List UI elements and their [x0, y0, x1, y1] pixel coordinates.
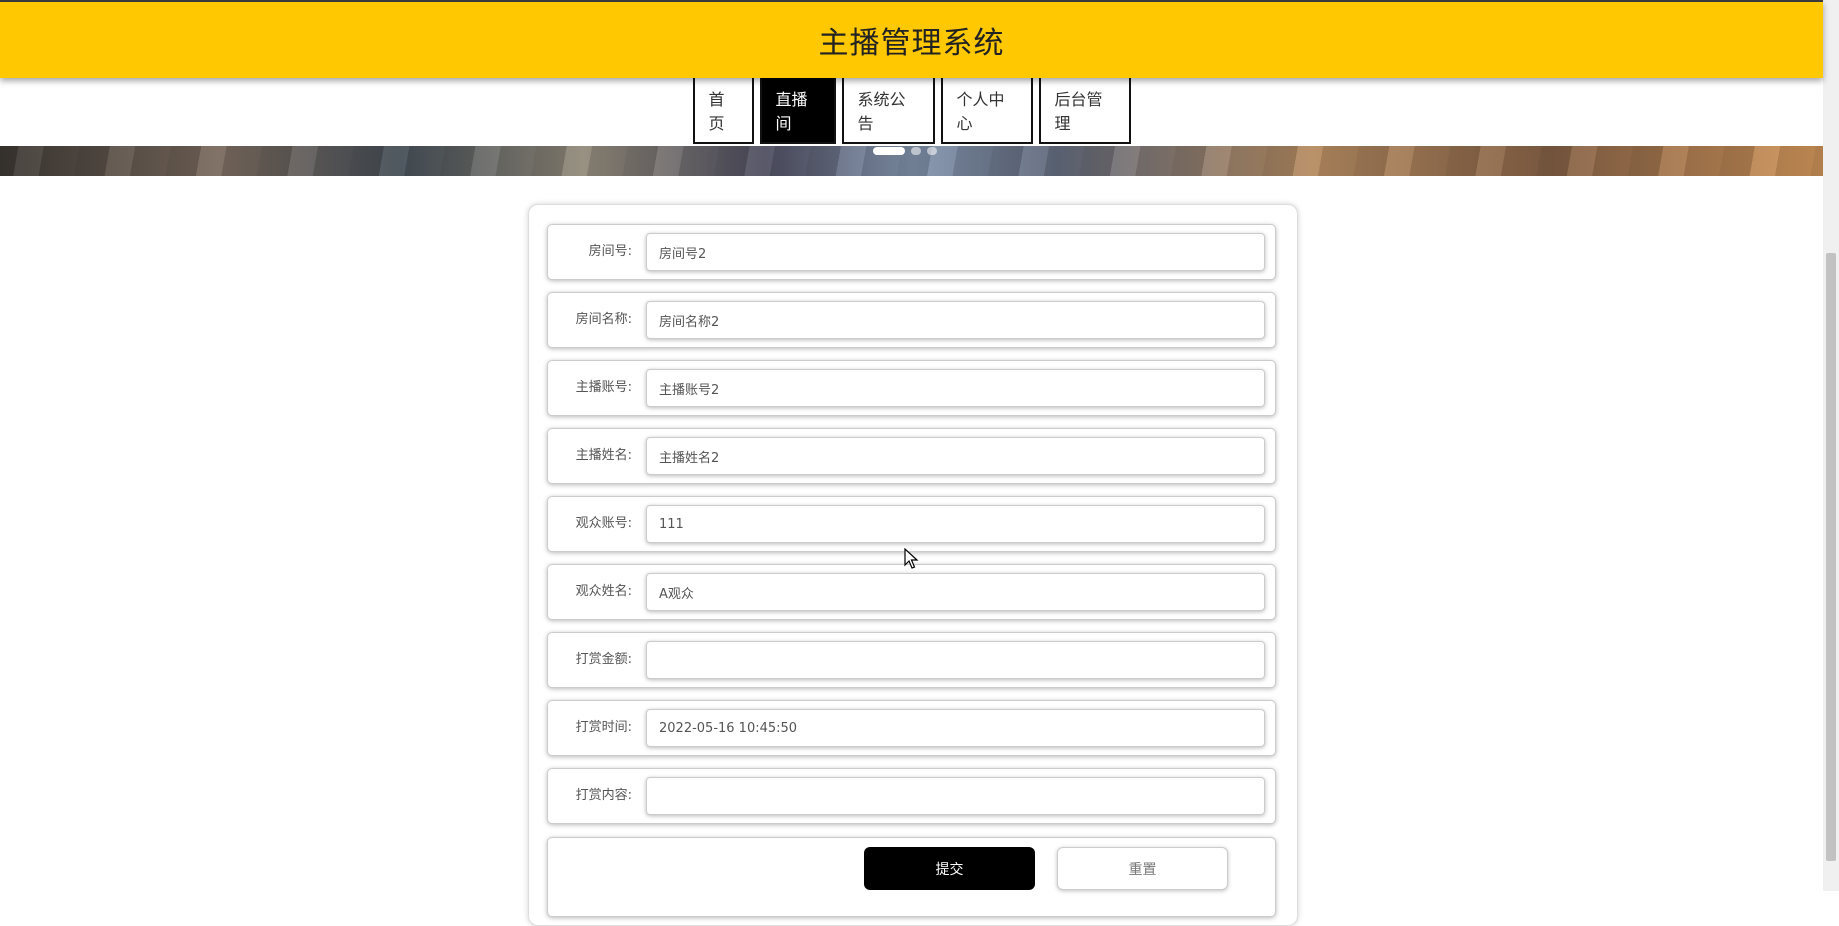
mouse-cursor-icon	[904, 548, 919, 569]
field-label: 打赏时间:	[575, 720, 632, 735]
nav-item-personal-center[interactable]: 个人中心	[940, 78, 1033, 144]
scrollbar-thumb[interactable]	[1826, 253, 1836, 861]
viewer-name-input[interactable]	[646, 573, 1265, 611]
field-label: 打赏金额:	[575, 652, 632, 667]
field-label: 主播姓名:	[575, 448, 632, 463]
form-row-viewer-account: 观众账号:	[547, 496, 1276, 552]
form-row-anchor-account: 主播账号:	[547, 360, 1276, 416]
nav-item-admin[interactable]: 后台管理	[1038, 78, 1131, 144]
page-scrollbar[interactable]	[1823, 0, 1839, 891]
room-number-input[interactable]	[646, 233, 1265, 271]
form-actions: 提交 重置	[547, 837, 1276, 917]
field-label: 观众账号:	[575, 516, 632, 531]
tip-content-input[interactable]	[646, 777, 1265, 815]
field-label: 主播账号:	[575, 380, 632, 395]
nav-item-live-room[interactable]: 直播间	[759, 78, 836, 144]
form-row-room-name: 房间名称:	[547, 292, 1276, 348]
main-nav: 首页 直播间 系统公告 个人中心 后台管理	[0, 78, 1823, 146]
field-label: 打赏内容:	[575, 788, 632, 803]
form-row-tip-amount: 打赏金额:	[547, 632, 1276, 688]
anchor-name-input[interactable]	[646, 437, 1265, 475]
carousel-dot-3[interactable]	[927, 147, 937, 155]
site-title: 主播管理系统	[818, 26, 1005, 61]
carousel-dot-1[interactable]	[873, 147, 905, 155]
nav-item-home[interactable]: 首页	[692, 78, 754, 144]
tip-time-input[interactable]	[646, 709, 1265, 747]
site-header: 主播管理系统	[0, 0, 1823, 78]
form-row-anchor-name: 主播姓名:	[547, 428, 1276, 484]
field-label: 房间名称:	[575, 312, 632, 327]
form-row-tip-time: 打赏时间:	[547, 700, 1276, 756]
form-row-room-number: 房间号:	[547, 224, 1276, 280]
form-row-tip-content: 打赏内容:	[547, 768, 1276, 824]
field-label: 观众姓名:	[575, 584, 632, 599]
submit-button[interactable]: 提交	[864, 847, 1035, 890]
carousel-dot-2[interactable]	[911, 147, 921, 155]
room-name-input[interactable]	[646, 301, 1265, 339]
nav-item-announcements[interactable]: 系统公告	[841, 78, 935, 144]
reset-button[interactable]: 重置	[1057, 847, 1228, 890]
form-row-viewer-name: 观众姓名:	[547, 564, 1276, 620]
field-label: 房间号:	[588, 244, 632, 259]
anchor-account-input[interactable]	[646, 369, 1265, 407]
tip-amount-input[interactable]	[646, 641, 1265, 679]
carousel-indicators	[873, 147, 937, 155]
viewer-account-input[interactable]	[646, 505, 1265, 543]
